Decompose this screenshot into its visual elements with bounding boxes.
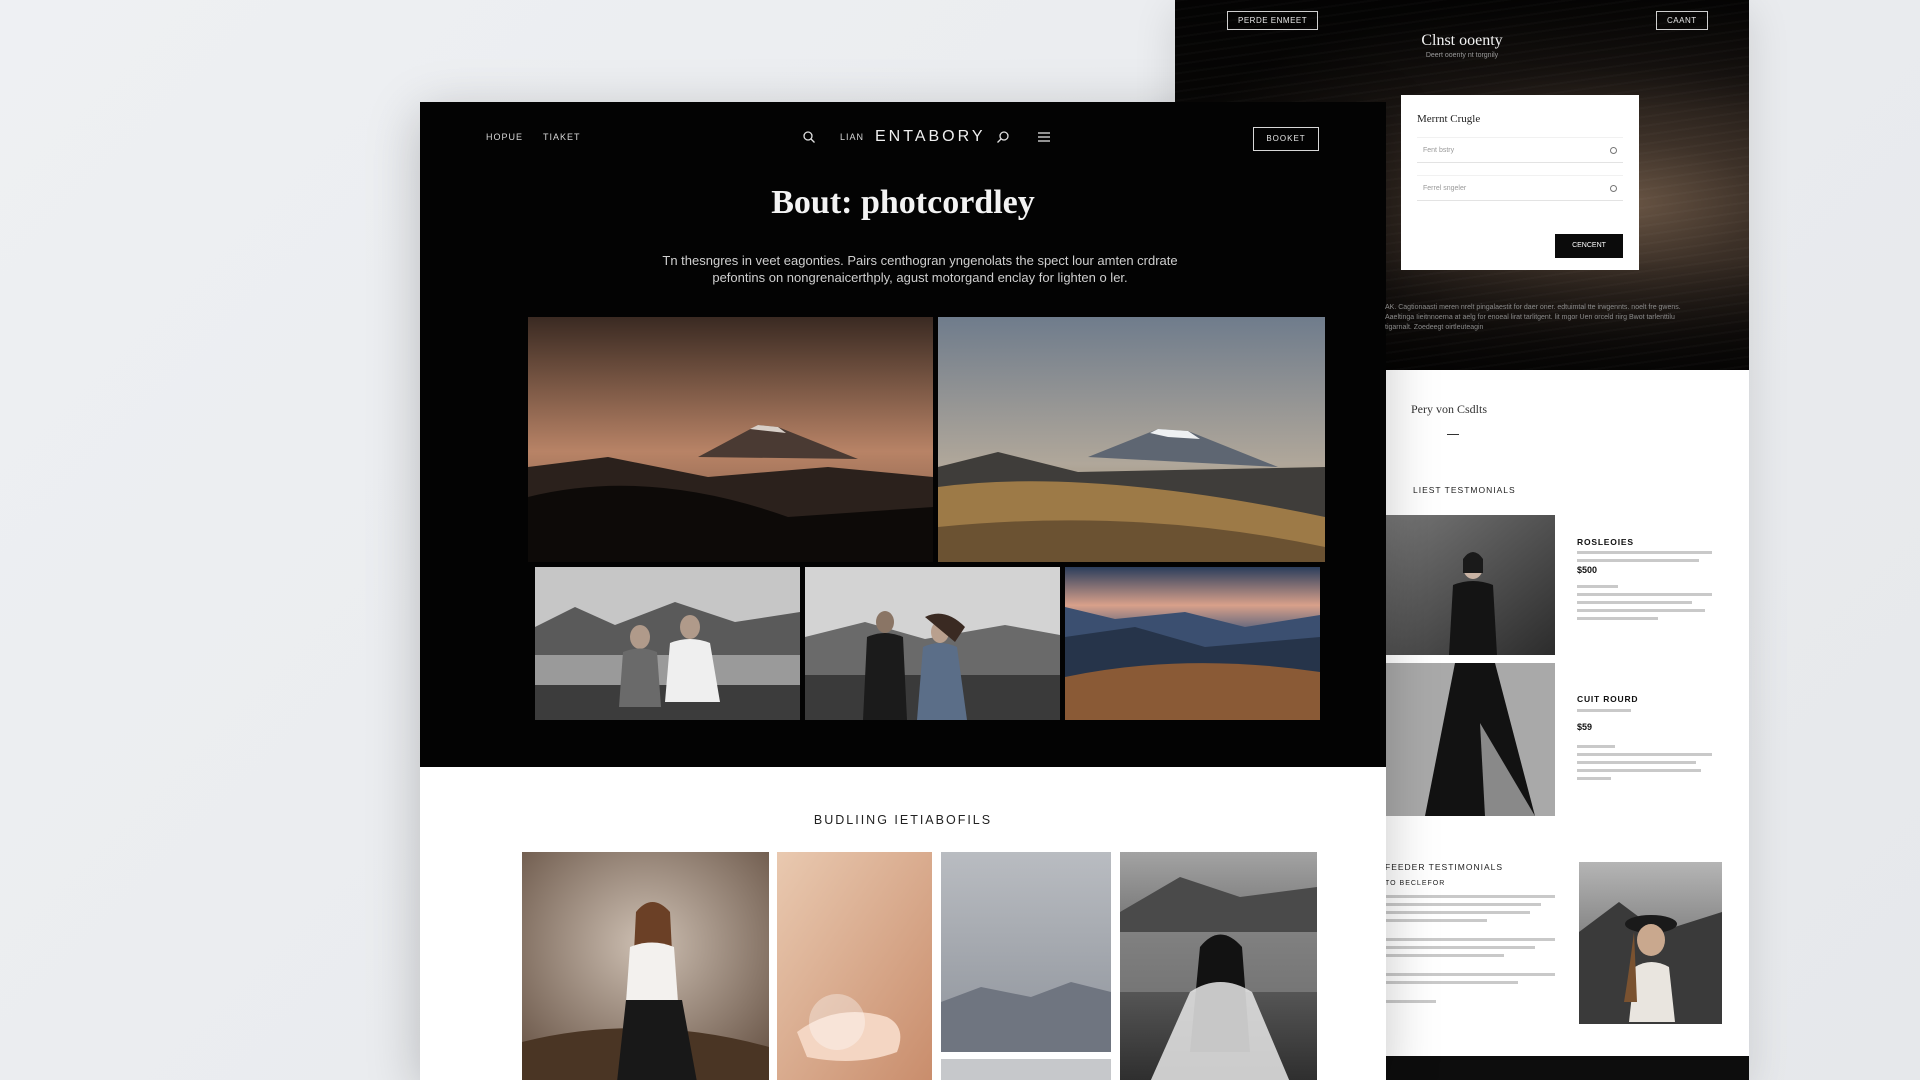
gallery-photo-couple-sitting[interactable] [535,567,800,720]
brand-logo[interactable]: ENTABORY [875,128,986,146]
product-photo-1[interactable] [1385,515,1555,655]
secondary-intro-text: AK. Cagtionaasti meren nrelt pingalaesti… [1385,304,1681,331]
secondary-title: Clnst ooenty [1421,32,1503,49]
product-photo-2[interactable] [1385,663,1555,816]
product-1-details [1577,585,1712,625]
portfolio-photo-mist-lower[interactable] [941,1059,1111,1080]
product-1-price: $500 [1577,565,1598,575]
gallery-photo-mountain-cool[interactable] [938,317,1325,562]
form-title: Merrnt Crugle [1417,113,1481,125]
field-indicator-icon [1610,146,1617,154]
contact-form-card: Merrnt Crugle Fent bstry Ferrel sngeler … [1401,95,1639,270]
book-button[interactable]: BOOKET [1253,127,1319,151]
product-2-description [1577,709,1712,717]
form-field-name[interactable]: Fent bstry [1417,137,1623,163]
lower-testimonials-label: FEEDER TESTIMONIALS [1385,862,1504,872]
portfolio-photo-woman-lake[interactable] [1120,852,1317,1080]
gallery-photo-valley-sunset[interactable] [1065,567,1320,720]
secondary-footer [1385,1056,1749,1080]
form-field-email[interactable]: Ferrel sngeler [1417,175,1623,201]
search-icon-alt[interactable] [996,130,1010,144]
hero-description-line-1: Tn thesngres in veet eagonties. Pairs ce… [662,253,1178,268]
main-page-mockup: HOPUE TIAKET LIAN ENTABORY BOOKET Bout: … [420,102,1386,1080]
nav-home-link[interactable]: HOPUE [486,132,523,142]
top-right-button[interactable]: CAANT [1656,11,1708,30]
portfolio-photo-mist[interactable] [941,852,1111,1052]
lower-testimonials-sub: TO BECLEFOR [1385,880,1446,887]
portfolio-photo-woman-seated[interactable] [522,852,769,1080]
top-left-button[interactable]: PERDE ENMEET [1227,11,1319,30]
hero-description-line-2: pefontins on nongrenaicerthply, agust mo… [712,270,1128,285]
hero-description: Tn thesngres in veet eagonties. Pairs ce… [640,252,1200,286]
testimonials-label: LIEST TESTMONIALS [1413,485,1516,495]
product-2-name[interactable]: CUIT ROURD [1577,694,1638,704]
form-submit-button[interactable]: CENCENT [1555,234,1623,258]
product-2-details [1577,745,1712,785]
nav-travel-link[interactable]: TIAKET [543,132,581,142]
search-icon[interactable] [802,130,816,144]
secondary-subtitle: Deert ooenty nt torgnily [1425,52,1499,59]
services-title: Pery von Csdlts [1411,402,1488,416]
hero-title: Bout: photcordley [771,184,1035,221]
hamburger-menu-icon[interactable] [1037,130,1051,144]
testimonial-photo[interactable] [1579,862,1722,1024]
testimonial-text [1385,895,1555,1008]
product-1-name[interactable]: ROSLEOIES [1577,537,1634,547]
title-divider [1447,434,1459,435]
nav-menu-link[interactable]: LIAN [840,132,864,142]
hero-section: HOPUE TIAKET LIAN ENTABORY BOOKET Bout: … [420,102,1386,767]
product-2-price: $59 [1577,722,1593,732]
portfolio-title: BUDLIING IETIABOFILS [813,813,993,827]
field-indicator-icon [1610,184,1617,192]
gallery-photo-mountain-warm[interactable] [528,317,933,562]
portfolio-section: BUDLIING IETIABOFILS [420,767,1386,1080]
product-1-description [1577,551,1712,567]
portfolio-photo-hands[interactable] [777,852,932,1080]
form-field-email-placeholder: Ferrel sngeler [1423,184,1467,192]
form-field-name-placeholder: Fent bstry [1423,146,1455,154]
gallery-photo-couple-dancing[interactable] [805,567,1060,720]
